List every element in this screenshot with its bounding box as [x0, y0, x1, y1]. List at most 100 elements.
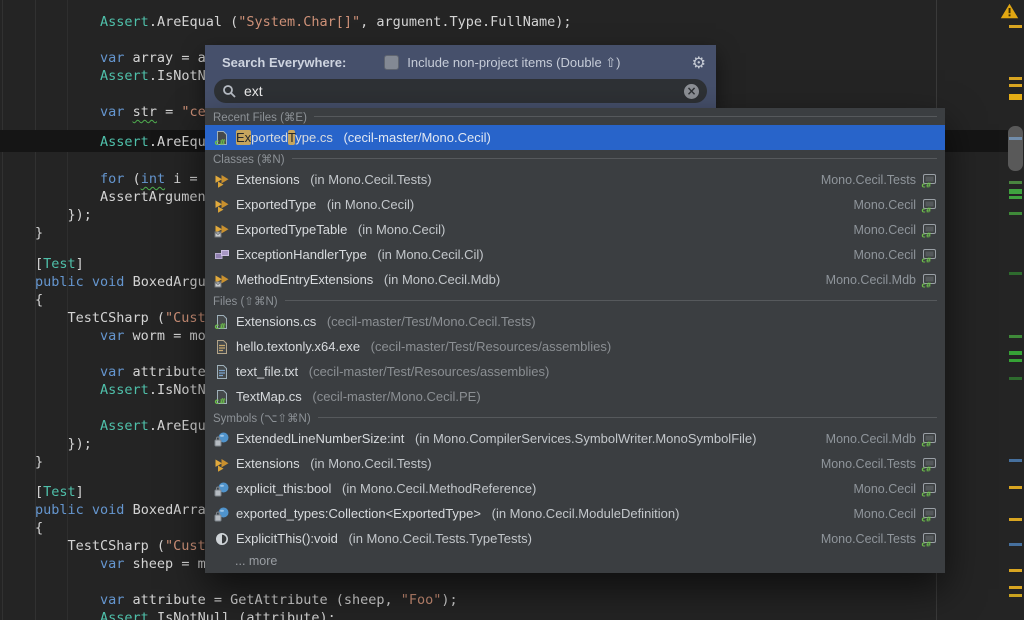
code-line: [Test] — [35, 255, 84, 273]
result-detail: (cecil-master/Mono.Cecil) — [340, 130, 491, 145]
search-results-list: Recent Files (⌘E)c#ExportedType.cs (ceci… — [205, 108, 945, 573]
result-module: Mono.Cecil — [853, 507, 916, 521]
stripe-mark[interactable] — [1009, 351, 1022, 355]
result-row[interactable]: Extensions (in Mono.Cecil.Tests)Mono.Cec… — [205, 451, 945, 476]
svg-text:c#: c# — [215, 138, 227, 146]
stripe-mark[interactable] — [1009, 594, 1022, 597]
stripe-mark[interactable] — [1009, 272, 1022, 275]
code-line: var attribute = GetAttribute (sheep, "Fo… — [35, 591, 458, 609]
stripe-mark[interactable] — [1009, 335, 1022, 338]
stripe-mark[interactable] — [1009, 377, 1022, 380]
csfile-icon: c# — [214, 389, 230, 405]
svg-text:c#: c# — [922, 540, 932, 547]
stripe-mark[interactable] — [1009, 518, 1022, 521]
code-line: var array = a — [35, 49, 206, 67]
code-line: var worm = mo — [35, 327, 206, 345]
stripe-mark[interactable] — [1009, 25, 1022, 28]
code-line: TestCSharp ("Cust — [35, 537, 206, 555]
code-line: AssertArgumen — [35, 188, 206, 206]
csfile-icon: c# — [214, 314, 230, 330]
scrollbar-thumb[interactable] — [1008, 126, 1023, 171]
result-name: MethodEntryExtensions — [236, 272, 373, 287]
svg-text:c#: c# — [215, 397, 227, 405]
code-line: TestCSharp ("Cust — [35, 309, 206, 327]
include-non-project-checkbox[interactable] — [384, 55, 399, 70]
result-detail: (in Mono.Cecil) — [354, 222, 445, 237]
result-module: Mono.Cecil.Mdb — [826, 273, 916, 287]
section-header: Symbols (⌥⇧⌘N) — [205, 409, 945, 426]
classb-icon — [214, 222, 230, 238]
result-name: ExceptionHandlerType — [236, 247, 367, 262]
result-name: Extensions — [236, 456, 300, 471]
stripe-mark[interactable] — [1009, 94, 1022, 100]
module-icon: c# — [921, 247, 937, 263]
class-icon — [214, 456, 230, 472]
svg-text:c#: c# — [922, 465, 932, 472]
struct-icon — [214, 247, 230, 263]
class-icon — [214, 197, 230, 213]
result-detail: (in Mono.Cecil.Mdb) — [380, 272, 500, 287]
result-detail: (cecil-master/Mono.Cecil.PE) — [309, 389, 481, 404]
stripe-mark[interactable] — [1009, 569, 1022, 572]
stripe-mark[interactable] — [1009, 84, 1022, 87]
result-row[interactable]: exported_types:Collection<ExportedType> … — [205, 501, 945, 526]
result-row[interactable]: c#Extensions.cs (cecil-master/Test/Mono.… — [205, 309, 945, 334]
stripe-mark[interactable] — [1009, 189, 1022, 194]
stripe-mark[interactable] — [1009, 543, 1022, 546]
code-line: Assert.IsNotN — [35, 67, 206, 85]
result-row[interactable]: MethodEntryExtensions (in Mono.Cecil.Mdb… — [205, 267, 945, 292]
result-row[interactable]: explicit_this:bool (in Mono.Cecil.Method… — [205, 476, 945, 501]
stripe-mark[interactable] — [1009, 359, 1022, 362]
result-module: Mono.Cecil — [853, 198, 916, 212]
section-header: Files (⇧⌘N) — [205, 292, 945, 309]
clear-search-icon[interactable]: × — [684, 84, 699, 99]
result-row[interactable]: ExportedType (in Mono.Cecil)Mono.Cecilc# — [205, 192, 945, 217]
result-row[interactable]: ExceptionHandlerType (in Mono.Cecil.Cil)… — [205, 242, 945, 267]
inspection-warning-icon[interactable] — [1000, 3, 1019, 19]
result-row[interactable]: text_file.txt (cecil-master/Test/Resourc… — [205, 359, 945, 384]
code-line: [Test] — [35, 483, 84, 501]
result-name: ExtendedLineNumberSize:int — [236, 431, 404, 446]
stripe-mark[interactable] — [1009, 181, 1022, 184]
stripe-mark[interactable] — [1009, 586, 1022, 589]
module-icon: c# — [921, 222, 937, 238]
field-icon — [214, 481, 230, 497]
result-module: Mono.Cecil.Mdb — [826, 432, 916, 446]
result-row[interactable]: Extensions (in Mono.Cecil.Tests)Mono.Cec… — [205, 167, 945, 192]
more-results-link[interactable]: ... more — [205, 551, 945, 571]
code-line: Assert.IsNotNull (attribute); — [35, 609, 336, 620]
result-row[interactable]: c#TextMap.cs (cecil-master/Mono.Cecil.PE… — [205, 384, 945, 409]
result-row[interactable]: ExportedTypeTable (in Mono.Cecil)Mono.Ce… — [205, 217, 945, 242]
code-line: public void BoxedArra — [35, 501, 206, 519]
search-field[interactable]: × — [214, 79, 707, 103]
result-row[interactable]: c# ExportedType.cs (cecil-master/Mono.Cec… — [205, 125, 945, 150]
search-input[interactable] — [242, 82, 684, 100]
svg-text:c#: c# — [922, 490, 932, 497]
stripe-mark[interactable] — [1009, 212, 1022, 215]
stripe-mark[interactable] — [1009, 196, 1022, 199]
classb-icon — [214, 272, 230, 288]
result-module: Mono.Cecil — [853, 482, 916, 496]
settings-gear-icon[interactable]: ⚙ — [692, 55, 706, 71]
result-row[interactable]: hello.textonly.x64.exe (cecil-master/Tes… — [205, 334, 945, 359]
csfile-icon: c# — [214, 130, 230, 146]
code-line: { — [35, 519, 43, 537]
result-row[interactable]: ExplicitThis():void (in Mono.Cecil.Tests… — [205, 526, 945, 551]
svg-text:c#: c# — [215, 322, 227, 330]
result-detail: (in Mono.Cecil.Cil) — [374, 247, 484, 262]
svg-text:c#: c# — [922, 181, 932, 188]
result-detail: (in Mono.CompilerServices.SymbolWriter.M… — [411, 431, 756, 446]
gutter-line — [2, 0, 3, 620]
result-detail: (in Mono.Cecil.Tests.TypeTests) — [345, 531, 532, 546]
result-name: ExportedType.cs — [236, 130, 333, 145]
result-row[interactable]: ExtendedLineNumberSize:int (in Mono.Comp… — [205, 426, 945, 451]
stripe-mark[interactable] — [1009, 486, 1022, 489]
result-name: text_file.txt — [236, 364, 298, 379]
code-line: { — [35, 291, 43, 309]
result-name: exported_types:Collection<ExportedType> — [236, 506, 481, 521]
stripe-mark[interactable] — [1009, 459, 1022, 462]
result-name: hello.textonly.x64.exe — [236, 339, 360, 354]
method-icon — [214, 531, 230, 547]
result-detail: (cecil-master/Test/Resources/assemblies) — [367, 339, 611, 354]
stripe-mark[interactable] — [1009, 77, 1022, 80]
